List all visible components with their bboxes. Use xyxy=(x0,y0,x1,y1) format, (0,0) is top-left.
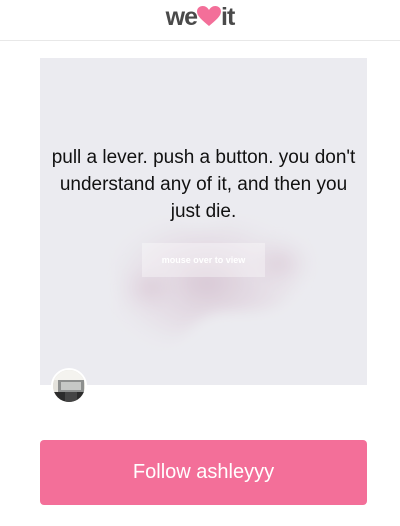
follow-button[interactable]: Follow ashleyyy xyxy=(40,440,367,505)
heart-icon xyxy=(197,4,222,34)
logo-text-right: it xyxy=(221,3,235,31)
post-image-card[interactable]: pull a lever. push a button. you don't u… xyxy=(40,58,367,385)
weheartit-logo[interactable]: we it xyxy=(0,2,400,34)
user-avatar[interactable] xyxy=(51,368,87,404)
avatar-image xyxy=(53,370,85,402)
app-header: we it xyxy=(0,0,400,41)
mouse-over-hint: mouse over to view xyxy=(142,243,265,277)
post-quote-text: pull a lever. push a button. you don't u… xyxy=(51,147,356,222)
logo-text-left: we xyxy=(165,3,198,31)
